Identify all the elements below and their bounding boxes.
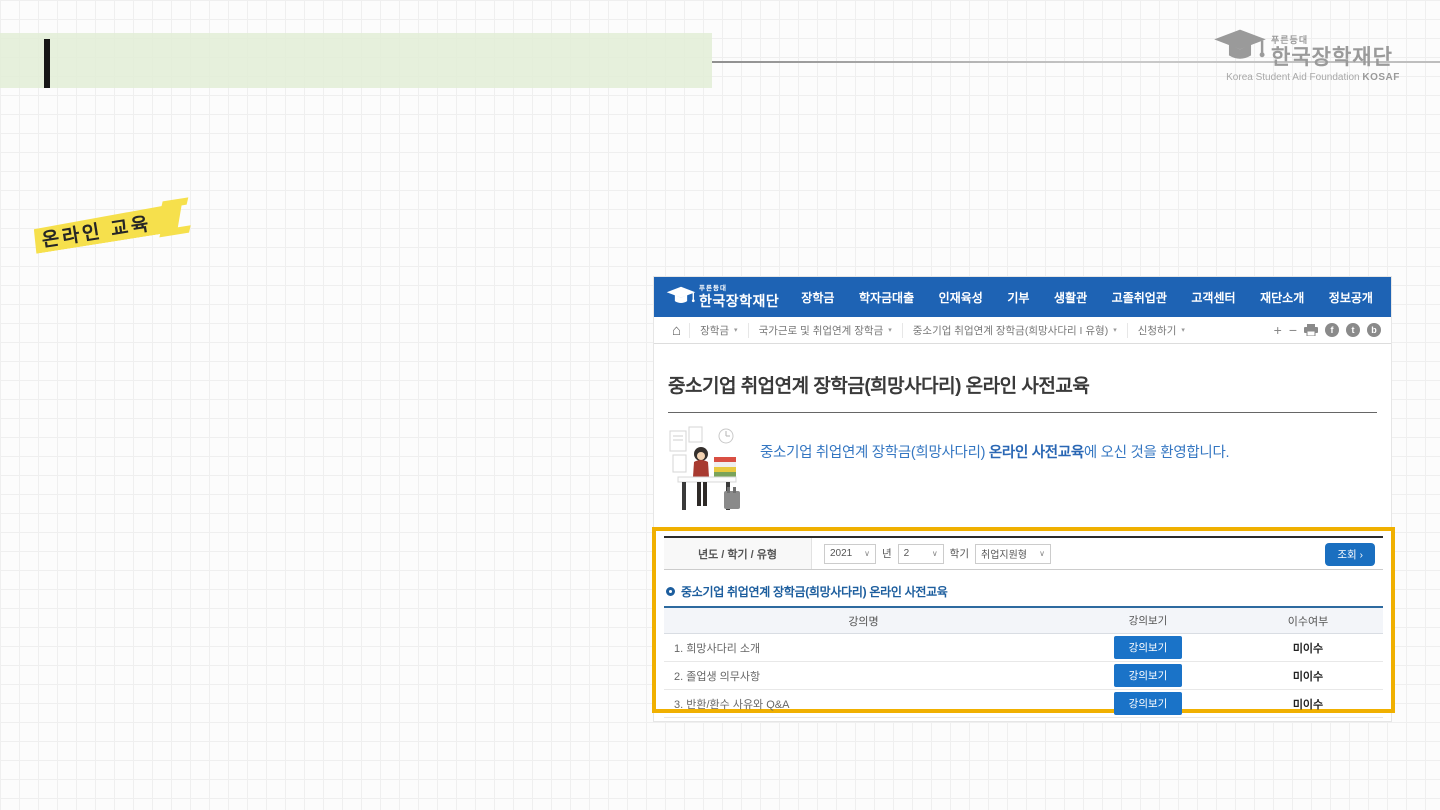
chevron-down-icon: ▾: [1181, 326, 1185, 334]
brand-caption-kosaf: KOSAF: [1362, 72, 1400, 83]
brand-name-text: 한국장학재단: [1271, 47, 1393, 68]
search-button[interactable]: 조회 ›: [1325, 543, 1375, 566]
kosaf-brand-logo: 푸른등대 한국장학재단 Korea Student Aid Foundation…: [1213, 28, 1413, 83]
nav-item-student-loan[interactable]: 학자금대출: [859, 289, 914, 306]
completion-status: 미이수: [1233, 696, 1383, 712]
breadcrumb-item-apply[interactable]: 신청하기 ▾: [1127, 323, 1195, 338]
type-select-value: 취업지원형: [981, 546, 1027, 561]
site-nav-bar: 푸른등대 한국장학재단 장학금 학자금대출 인재육성 기부 생활관 고졸취업관 …: [654, 277, 1391, 317]
breadcrumb: ⌂ 장학금 ▾ 국가근로 및 취업연계 장학금 ▾ 중소기업 취업연계 장학금(…: [654, 317, 1391, 344]
chevron-down-icon: ∨: [1039, 549, 1045, 558]
home-icon[interactable]: ⌂: [664, 322, 689, 339]
breadcrumb-item-sme-scholarship[interactable]: 중소기업 취업연계 장학금(희망사다리 I 유형) ▾: [902, 323, 1127, 338]
section-bullet-icon: [666, 587, 675, 596]
column-header-status: 이수여부: [1233, 613, 1383, 629]
chevron-right-icon: ›: [1360, 550, 1363, 561]
chevron-down-icon: ∨: [864, 549, 870, 558]
table-row: 3. 반환/환수 사유와 Q&A 강의보기 미이수: [664, 690, 1383, 718]
breadcrumb-label: 장학금: [700, 323, 729, 338]
filter-bar: 년도 / 학기 / 유형 2021 ∨ 년 2 ∨ 학기 취업지원형 ∨ 조회 ›: [664, 536, 1383, 570]
chevron-down-icon: ▾: [1113, 326, 1117, 334]
course-table-header: 강의명 강의보기 이수여부: [664, 608, 1383, 634]
graduation-cap-icon: [1213, 28, 1267, 68]
title-divider: [668, 412, 1377, 413]
year-select[interactable]: 2021 ∨: [824, 544, 876, 564]
zoom-out-button[interactable]: −: [1289, 322, 1297, 338]
breadcrumb-item-work-scholarship[interactable]: 국가근로 및 취업연계 장학금 ▾: [748, 323, 902, 338]
page-title: 중소기업 취업연계 장학금(희망사다리) 온라인 사전교육: [668, 371, 1377, 398]
nav-item-dormitory[interactable]: 생활관: [1054, 289, 1087, 306]
semester-select-value: 2: [904, 548, 910, 559]
filter-controls: 2021 ∨ 년 2 ∨ 학기 취업지원형 ∨: [812, 538, 1051, 569]
desk-person-illustration: [668, 425, 746, 517]
breadcrumb-label: 중소기업 취업연계 장학금(희망사다리 I 유형): [913, 323, 1108, 338]
brand-caption-text: Korea Student Aid Foundation: [1226, 72, 1359, 83]
column-header-lecture-name: 강의명: [664, 613, 1063, 629]
nav-item-scholarship[interactable]: 장학금: [801, 289, 834, 306]
site-logo-name: 한국장학재단: [699, 294, 779, 308]
completion-status: 미이수: [1233, 668, 1383, 684]
twitter-icon[interactable]: t: [1346, 323, 1360, 337]
site-logo-small: 푸른등대: [699, 286, 779, 293]
view-lecture-button[interactable]: 강의보기: [1114, 692, 1183, 715]
search-button-label: 조회: [1337, 549, 1356, 561]
section-header: 중소기업 취업연계 장학금(희망사다리) 온라인 사전교육: [666, 583, 1381, 600]
welcome-message: 중소기업 취업연계 장학금(희망사다리) 온라인 사전교육에 오신 것을 환영합…: [760, 441, 1229, 462]
zoom-in-button[interactable]: +: [1274, 322, 1282, 338]
site-nav-menu: 장학금 학자금대출 인재육성 기부 생활관 고졸취업관 고객센터 재단소개 정보…: [801, 289, 1373, 306]
welcome-text-pre: 중소기업 취업연계 장학금(희망사다리): [760, 445, 989, 461]
lecture-name: 3. 반환/환수 사유와 Q&A: [664, 696, 1063, 712]
view-lecture-button[interactable]: 강의보기: [1114, 636, 1183, 659]
welcome-text-bold: 온라인 사전교육: [989, 445, 1084, 461]
breadcrumb-label: 국가근로 및 취업연계 장학금: [759, 323, 884, 338]
header-green-band: [0, 33, 712, 88]
brand-caption: Korea Student Aid Foundation KOSAF: [1213, 72, 1413, 83]
breadcrumb-tools: + − f t b: [1274, 322, 1381, 338]
chevron-down-icon: ∨: [932, 549, 938, 558]
nav-item-donation[interactable]: 기부: [1007, 289, 1029, 306]
header-accent-bar: [44, 39, 50, 88]
column-header-view: 강의보기: [1063, 613, 1233, 628]
table-row: 1. 희망사다리 소개 강의보기 미이수: [664, 634, 1383, 662]
lecture-name: 2. 졸업생 의무사항: [664, 668, 1063, 684]
year-select-value: 2021: [830, 548, 852, 559]
nav-item-talent[interactable]: 인재육성: [939, 289, 983, 306]
semester-select[interactable]: 2 ∨: [898, 544, 944, 564]
brand-small-text: 푸른등대: [1271, 36, 1393, 45]
blog-icon[interactable]: b: [1367, 323, 1381, 337]
view-lecture-button[interactable]: 강의보기: [1114, 664, 1183, 687]
completion-status: 미이수: [1233, 640, 1383, 656]
annotation-highlight-box: 년도 / 학기 / 유형 2021 ∨ 년 2 ∨ 학기 취업지원형 ∨ 조회 ›: [652, 527, 1395, 713]
annotation-online-education: 온라인 교육: [23, 182, 223, 289]
chevron-down-icon: ▾: [734, 326, 738, 334]
print-icon[interactable]: [1304, 324, 1318, 336]
section-title: 중소기업 취업연계 장학금(희망사다리) 온라인 사전교육: [681, 583, 948, 600]
nav-item-customer-center[interactable]: 고객센터: [1191, 289, 1235, 306]
nav-item-disclosure[interactable]: 정보공개: [1329, 289, 1373, 306]
nav-item-highschool-jobs[interactable]: 고졸취업관: [1112, 289, 1167, 306]
filter-label: 년도 / 학기 / 유형: [664, 538, 812, 569]
nav-item-about[interactable]: 재단소개: [1260, 289, 1304, 306]
annotation-label: 온라인 교육: [40, 209, 154, 253]
welcome-section: 중소기업 취업연계 장학금(희망사다리) 온라인 사전교육에 오신 것을 환영합…: [668, 425, 1377, 521]
facebook-icon[interactable]: f: [1325, 323, 1339, 337]
breadcrumb-item-scholarship[interactable]: 장학금 ▾: [689, 323, 748, 338]
site-logo-cap-icon: [666, 286, 696, 308]
type-select[interactable]: 취업지원형 ∨: [975, 544, 1051, 564]
website-screenshot-panel: 푸른등대 한국장학재단 장학금 학자금대출 인재육성 기부 생활관 고졸취업관 …: [653, 276, 1392, 722]
breadcrumb-label: 신청하기: [1138, 323, 1177, 338]
site-logo[interactable]: 푸른등대 한국장학재단: [699, 286, 779, 308]
table-row: 2. 졸업생 의무사항 강의보기 미이수: [664, 662, 1383, 690]
year-unit-label: 년: [882, 546, 892, 561]
lecture-name: 1. 희망사다리 소개: [664, 640, 1063, 656]
semester-unit-label: 학기: [950, 546, 969, 561]
course-table: 강의명 강의보기 이수여부 1. 희망사다리 소개 강의보기 미이수 2. 졸업…: [664, 606, 1383, 718]
welcome-text-post: 에 오신 것을 환영합니다.: [1084, 445, 1229, 461]
chevron-down-icon: ▾: [888, 326, 892, 334]
